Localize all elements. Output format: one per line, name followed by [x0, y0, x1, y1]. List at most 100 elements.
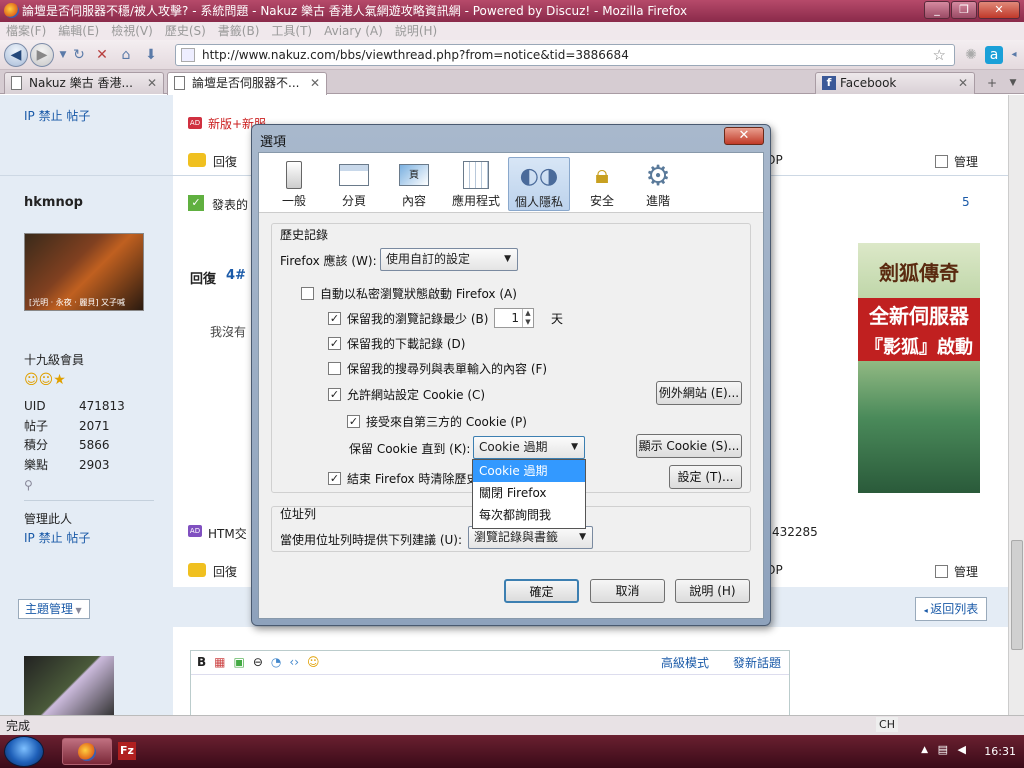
user-actions-top[interactable]: IP 禁止 帖子: [24, 107, 90, 124]
tab-content[interactable]: 頁 內容: [383, 157, 445, 211]
history-days-spinner[interactable]: 1 ▲ ▼: [494, 308, 534, 328]
start-button[interactable]: [4, 736, 44, 767]
clear-settings-button[interactable]: 設定 (T)...: [669, 465, 742, 489]
history-mode-select[interactable]: 使用自訂的設定 ▼: [380, 248, 518, 271]
back-to-list-button[interactable]: ◂ 返回列表: [915, 597, 987, 621]
menu-bookmarks[interactable]: 書籤(B): [218, 22, 260, 40]
navigation-toolbar: ◀ ▶ ▼ ↻ ✕ ⌂ ⬇ http://www.nakuz.com/bbs/v…: [0, 40, 1024, 70]
menu-history[interactable]: 歷史(S): [165, 22, 206, 40]
advanced-mode-link[interactable]: 高級模式: [661, 654, 709, 671]
aviary-icon[interactable]: a: [985, 46, 1003, 64]
clock[interactable]: 16:31: [984, 745, 1016, 758]
page-scrollbar[interactable]: [1008, 95, 1024, 715]
menu-file[interactable]: 檔案(F): [6, 22, 46, 40]
color-icon[interactable]: ▦: [214, 655, 225, 670]
stat-value: 5866: [79, 438, 110, 452]
tab-security[interactable]: 🔒︎ 安全: [571, 157, 633, 211]
reply-link[interactable]: 回復: [213, 153, 237, 170]
tray-arrow-icon[interactable]: ▲: [921, 745, 928, 755]
menu-tools[interactable]: 工具(T): [271, 22, 312, 40]
tab-advanced[interactable]: ⚙ 進階: [627, 157, 689, 211]
tab-applications[interactable]: 應用程式: [445, 157, 507, 211]
menu-help[interactable]: 說明(H): [395, 22, 437, 40]
tab-privacy[interactable]: ◐◑ 個人隱私: [508, 157, 570, 211]
menu-view[interactable]: 檢視(V): [111, 22, 153, 40]
menu-aviary[interactable]: Aviary (A): [324, 22, 383, 40]
quick-reply-editor[interactable]: B ▦ ▣ ⊖ ◔ ‹› ☺ 高級模式 發新話題: [190, 650, 790, 715]
option-ask-every-time[interactable]: 每次都詢問我: [473, 504, 585, 526]
taskbar-firefox[interactable]: [62, 738, 112, 765]
auto-private-checkbox[interactable]: [301, 287, 314, 300]
tab-content-label: 內容: [401, 194, 426, 208]
allow-cookies-checkbox[interactable]: ✓: [328, 388, 341, 401]
option-close-firefox[interactable]: 關閉 Firefox: [473, 482, 585, 504]
spinner-arrows-icon[interactable]: ▲ ▼: [522, 309, 533, 327]
bold-icon[interactable]: B: [197, 655, 206, 670]
keep-downloads-checkbox[interactable]: ✓: [328, 337, 341, 350]
window-titlebar: 論壇是否伺服器不穩/被人攻擊? - 系統問題 - Nakuz 樂古 香港人氣網遊…: [0, 0, 1024, 22]
keep-history-checkbox[interactable]: ✓: [328, 312, 341, 325]
volume-icon[interactable]: ◀: [958, 743, 966, 756]
tab-tabs[interactable]: 分頁: [323, 157, 385, 211]
new-tab-icon[interactable]: +: [982, 73, 1002, 93]
tab-list-icon[interactable]: ▼: [1004, 73, 1022, 93]
tab-close-icon[interactable]: ✕: [147, 73, 157, 93]
keep-until-select[interactable]: Cookie 過期 ▼: [473, 436, 585, 459]
back-button[interactable]: ◀: [4, 43, 28, 67]
code-icon[interactable]: ‹›: [289, 655, 299, 670]
smiley-icon[interactable]: ☺: [307, 655, 320, 670]
quote-icon[interactable]: ◔: [271, 655, 281, 670]
new-topic-link[interactable]: 發新話題: [733, 654, 781, 671]
image-icon[interactable]: ▣: [234, 655, 245, 670]
close-window-button[interactable]: ✕: [978, 1, 1020, 19]
stop-icon[interactable]: ✕: [93, 46, 111, 64]
dialog-close-button[interactable]: ✕: [724, 127, 764, 145]
url-bar[interactable]: http://www.nakuz.com/bbs/viewthread.php?…: [175, 44, 955, 66]
post-number[interactable]: 5: [962, 195, 970, 209]
tab-close-icon[interactable]: ✕: [310, 73, 320, 93]
tab-general[interactable]: 一般: [263, 157, 325, 211]
third-party-checkbox[interactable]: ✓: [347, 415, 360, 428]
username[interactable]: hkmnop: [24, 195, 83, 210]
tab-forum-thread[interactable]: 論壇是否伺服器不... ✕: [167, 72, 327, 95]
site-identity-icon[interactable]: [181, 48, 195, 62]
tab-nakuz[interactable]: Nakuz 樂古 香港... ✕: [4, 72, 164, 94]
forward-button[interactable]: ▶: [30, 43, 54, 67]
facebook-icon: f: [822, 76, 836, 90]
cancel-button[interactable]: 取消: [590, 579, 665, 603]
tab-advanced-label: 進階: [645, 194, 670, 208]
tab-facebook[interactable]: f Facebook ✕: [815, 72, 975, 94]
tab-close-icon[interactable]: ✕: [958, 73, 968, 93]
home-icon[interactable]: ⌂: [117, 46, 135, 64]
theme-manage-button[interactable]: 主題管理 ▼: [18, 599, 90, 619]
option-cookie-expire[interactable]: Cookie 過期: [473, 460, 585, 482]
menu-edit[interactable]: 編輯(E): [58, 22, 99, 40]
manage-checkbox[interactable]: [935, 565, 948, 578]
reload-icon[interactable]: ↻: [70, 46, 88, 64]
download-icon[interactable]: ⬇: [142, 46, 160, 64]
addons-icon[interactable]: ◂: [1005, 46, 1023, 64]
ad-link-bottom[interactable]: HTM交: [208, 525, 247, 542]
reply-link[interactable]: 回復: [213, 563, 237, 580]
network-icon[interactable]: ▤: [938, 743, 948, 756]
filezilla-icon[interactable]: Fz: [118, 742, 136, 760]
scrollbar-thumb[interactable]: [1011, 540, 1023, 650]
status-bar: 完成: [0, 715, 1024, 735]
keep-history-label: 保留我的瀏覽記錄最少 (B): [347, 312, 489, 326]
maximize-button[interactable]: ❐: [951, 1, 977, 19]
language-indicator[interactable]: CH: [876, 717, 898, 732]
show-cookies-button[interactable]: 顯示 Cookie (S)...: [636, 434, 742, 458]
ok-button[interactable]: 確定: [504, 579, 579, 603]
minimize-button[interactable]: _: [924, 1, 950, 19]
locationbar-select[interactable]: 瀏覽記錄與書籤 ▼: [468, 526, 593, 549]
user-actions[interactable]: IP 禁止 帖子: [24, 529, 90, 546]
manage-checkbox[interactable]: [935, 155, 948, 168]
bookmark-star-icon[interactable]: ☆: [933, 45, 946, 65]
ad-banner[interactable]: 劍狐傳奇 全新伺服器 『影狐』啟動: [858, 243, 980, 493]
reply-floor[interactable]: 4#: [226, 268, 246, 283]
exceptions-button[interactable]: 例外網站 (E)...: [656, 381, 742, 405]
clear-on-close-checkbox[interactable]: ✓: [328, 472, 341, 485]
help-button[interactable]: 說明 (H): [675, 579, 750, 603]
keep-search-checkbox[interactable]: [328, 362, 341, 375]
link-icon[interactable]: ⊖: [253, 655, 263, 670]
